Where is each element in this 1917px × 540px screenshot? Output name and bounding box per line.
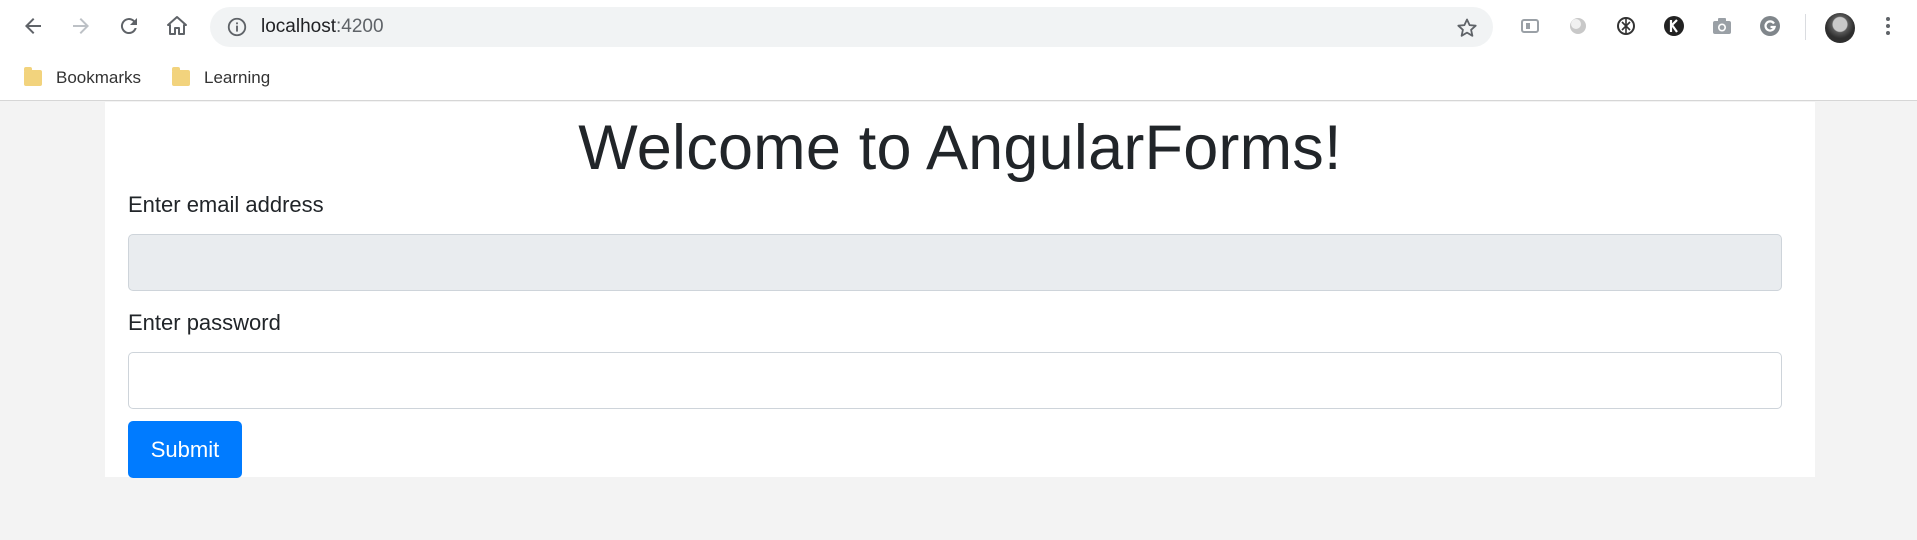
submit-button[interactable]: Submit bbox=[128, 421, 242, 478]
email-field[interactable] bbox=[128, 234, 1782, 291]
url-text: localhost:4200 bbox=[261, 17, 384, 37]
extension-slides-icon[interactable] bbox=[1517, 13, 1543, 39]
url-host: localhost bbox=[261, 16, 336, 37]
address-bar[interactable]: localhost:4200 bbox=[210, 7, 1493, 47]
back-arrow-icon[interactable] bbox=[18, 11, 48, 41]
page-container: Welcome to AngularForms! Enter email add… bbox=[105, 102, 1815, 478]
page-title: Welcome to AngularForms! bbox=[578, 113, 1342, 183]
bookmark-label: Learning bbox=[204, 68, 271, 87]
info-icon[interactable] bbox=[226, 16, 248, 38]
email-label: Enter email address bbox=[128, 192, 324, 217]
toolbar-separator bbox=[1805, 14, 1806, 40]
bookmark-bookmarks[interactable]: Bookmarks bbox=[24, 65, 141, 91]
folder-icon bbox=[172, 67, 190, 86]
forward-arrow-icon[interactable] bbox=[66, 11, 96, 41]
home-icon[interactable] bbox=[162, 11, 192, 41]
extension-g-icon[interactable] bbox=[1757, 13, 1783, 39]
bookmark-learning[interactable]: Learning bbox=[172, 65, 270, 91]
profile-avatar[interactable] bbox=[1825, 13, 1855, 43]
folder-icon bbox=[24, 67, 42, 86]
bookmark-label: Bookmarks bbox=[56, 68, 142, 87]
star-icon[interactable] bbox=[1455, 16, 1479, 40]
browser-toolbar: localhost:4200 bbox=[0, 0, 1917, 56]
bookmarks-bar: Bookmarks Learning bbox=[0, 56, 1917, 101]
camera-icon[interactable] bbox=[1709, 13, 1735, 39]
extension-k-icon[interactable] bbox=[1661, 13, 1687, 39]
extension-sphere-icon[interactable] bbox=[1565, 13, 1591, 39]
password-label: Enter password bbox=[128, 310, 281, 335]
password-field[interactable] bbox=[128, 352, 1782, 409]
reload-icon[interactable] bbox=[114, 11, 144, 41]
kebab-menu-icon[interactable] bbox=[1876, 14, 1900, 38]
extension-openai-icon[interactable] bbox=[1613, 13, 1639, 39]
url-port: :4200 bbox=[336, 16, 384, 37]
